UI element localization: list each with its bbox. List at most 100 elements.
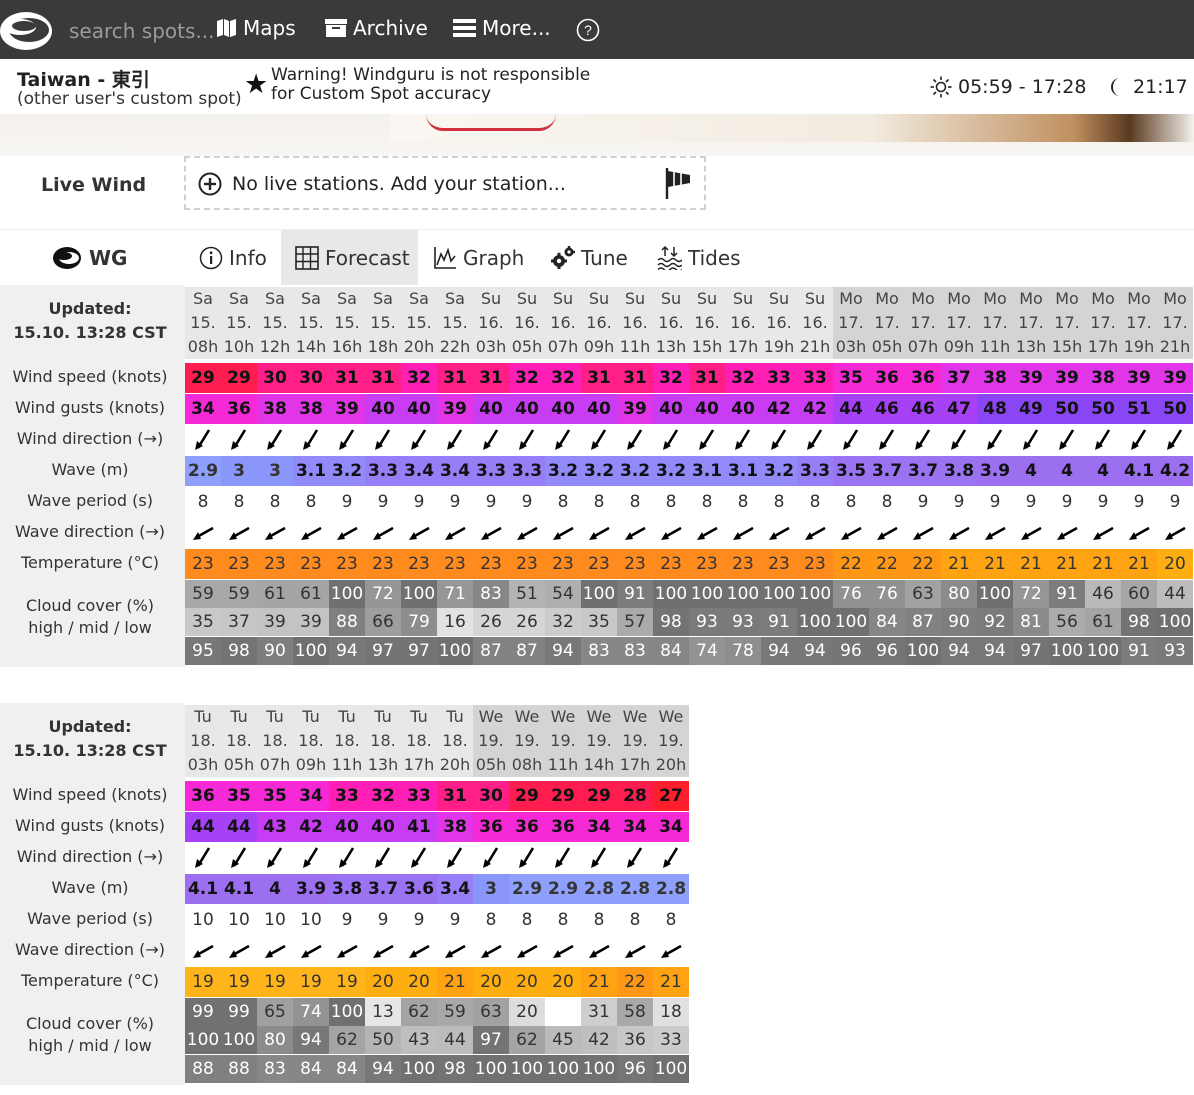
top-nav: search spots... Maps Archive More... ? bbox=[0, 0, 1194, 59]
cell-temperature: 20 bbox=[509, 967, 545, 997]
cell-temperature: 21 bbox=[941, 549, 977, 579]
cell-cloud-mid: 87 bbox=[905, 608, 941, 636]
cell-wind-speed: 31 bbox=[437, 363, 473, 393]
cell-cloud-mid: 32 bbox=[545, 608, 581, 636]
tab-graph[interactable]: Graph bbox=[433, 230, 524, 285]
search-input[interactable]: search spots... bbox=[69, 19, 214, 43]
cell-cloud-mid: 80 bbox=[257, 1026, 293, 1054]
cell-temperature: 19 bbox=[329, 967, 365, 997]
cell-temperature: 23 bbox=[581, 549, 617, 579]
windguru-logo-icon[interactable] bbox=[0, 5, 58, 55]
cell-wave-period: 8 bbox=[473, 905, 509, 935]
cell-cloud-high: 59 bbox=[437, 998, 473, 1026]
cell-wave-period: 8 bbox=[545, 487, 581, 517]
cell-cloud-mid: 93 bbox=[725, 608, 761, 636]
cell-wave-period: 9 bbox=[437, 487, 473, 517]
header-day: Mo bbox=[1163, 289, 1187, 308]
header-day: Su bbox=[588, 289, 610, 308]
cell-temperature: 21 bbox=[1013, 549, 1049, 579]
cell-wind-speed: 31 bbox=[617, 363, 653, 393]
header-date: 18. bbox=[370, 731, 396, 750]
header-hour: 17h bbox=[727, 337, 759, 356]
cell-cloud-high: 63 bbox=[905, 580, 941, 608]
cell-cloud-mid: 94 bbox=[293, 1026, 329, 1054]
header-hour: 17h bbox=[1087, 337, 1119, 356]
tab-wg[interactable]: WG bbox=[53, 230, 127, 285]
cell-wave: 3.7 bbox=[365, 874, 401, 904]
header-day: Sa bbox=[229, 289, 249, 308]
ad-banner[interactable] bbox=[0, 114, 1194, 156]
header-date: 16. bbox=[586, 313, 612, 332]
wave-direction-arrow-icon bbox=[545, 518, 581, 548]
warning-line-1: Warning! Windguru is not responsible bbox=[271, 65, 591, 85]
tab-forecast[interactable]: Forecast bbox=[281, 230, 418, 285]
day-header: Su 16. 17h bbox=[725, 287, 761, 359]
header-day: Mo bbox=[947, 289, 971, 308]
cell-wave-period: 8 bbox=[545, 905, 581, 935]
tab-tune[interactable]: Tune bbox=[550, 230, 628, 285]
cell-cloud-low: 88 bbox=[185, 1055, 221, 1083]
cell-wave: 3.7 bbox=[905, 456, 941, 486]
add-station-text[interactable]: No live stations. Add your station... bbox=[232, 173, 566, 195]
wave-direction-arrow-icon bbox=[257, 936, 293, 966]
wind-direction-arrow-icon bbox=[293, 843, 329, 873]
cell-wave: 3.1 bbox=[293, 456, 329, 486]
day-header: Mo 17. 21h bbox=[1157, 287, 1193, 359]
day-header: Mo 17. 09h bbox=[941, 287, 977, 359]
maps-menu[interactable]: Maps bbox=[216, 16, 296, 40]
cell-wave: 3.3 bbox=[509, 456, 545, 486]
cell-wave: 3.9 bbox=[977, 456, 1013, 486]
cell-cloud-low: 87 bbox=[473, 637, 509, 665]
tab-tides[interactable]: Tides bbox=[657, 230, 741, 285]
cell-temperature: 21 bbox=[437, 967, 473, 997]
cell-wave: 2.8 bbox=[617, 874, 653, 904]
cell-cloud-low: 78 bbox=[725, 637, 761, 665]
spot-subtitle: (other user's custom spot) bbox=[17, 89, 242, 109]
cell-wind-gusts: 34 bbox=[581, 812, 617, 842]
archive-menu[interactable]: Archive bbox=[325, 16, 428, 40]
cell-wind-speed: 32 bbox=[725, 363, 761, 393]
header-hour: 12h bbox=[259, 337, 291, 356]
add-circle-icon[interactable] bbox=[198, 172, 222, 196]
cell-wave: 4.1 bbox=[1121, 456, 1157, 486]
cell-wind-gusts: 38 bbox=[293, 394, 329, 424]
help-button[interactable]: ? bbox=[576, 18, 600, 42]
cell-wind-speed: 30 bbox=[257, 363, 293, 393]
header-hour: 05h bbox=[871, 337, 903, 356]
header-date: 19. bbox=[514, 731, 540, 750]
tab-info[interactable]: Info bbox=[199, 230, 267, 285]
wind-direction-arrow-icon bbox=[329, 425, 365, 455]
wave-direction-arrow-icon bbox=[293, 936, 329, 966]
header-day: Tu bbox=[194, 707, 212, 726]
cell-wave-period: 10 bbox=[257, 905, 293, 935]
header-hour: 07h bbox=[547, 337, 579, 356]
cell-temperature: 19 bbox=[185, 967, 221, 997]
cell-wave-period: 9 bbox=[977, 487, 1013, 517]
wave-direction-arrow-icon bbox=[545, 936, 581, 966]
header-date: 15. bbox=[406, 313, 432, 332]
row-label-wind-direction: Wind direction (→) bbox=[16, 429, 164, 448]
day-header: Su 16. 03h bbox=[473, 287, 509, 359]
cell-wave: 3.3 bbox=[797, 456, 833, 486]
header-date: 18. bbox=[406, 731, 432, 750]
wave-direction-arrow-icon bbox=[473, 518, 509, 548]
header-date: 16. bbox=[658, 313, 684, 332]
wind-direction-arrow-icon bbox=[653, 843, 689, 873]
cell-temperature: 20 bbox=[1157, 549, 1193, 579]
header-day: Su bbox=[552, 289, 574, 308]
cell-cloud-mid: 42 bbox=[581, 1026, 617, 1054]
cell-cloud-mid: 100 bbox=[221, 1026, 257, 1054]
header-hour: 13h bbox=[655, 337, 687, 356]
cell-wind-speed: 33 bbox=[401, 781, 437, 811]
wind-direction-arrow-icon bbox=[617, 843, 653, 873]
map-icon bbox=[217, 19, 236, 37]
header-date: 16. bbox=[802, 313, 828, 332]
header-hour: 03h bbox=[187, 755, 219, 774]
cell-cloud-low: 74 bbox=[689, 637, 725, 665]
more-menu[interactable]: More... bbox=[453, 16, 551, 40]
cell-cloud-high: 99 bbox=[185, 998, 221, 1026]
cell-cloud-mid: 45 bbox=[545, 1026, 581, 1054]
maps-label: Maps bbox=[243, 16, 296, 40]
cell-cloud-high: 100 bbox=[581, 580, 617, 608]
cell-cloud-high: 100 bbox=[797, 580, 833, 608]
